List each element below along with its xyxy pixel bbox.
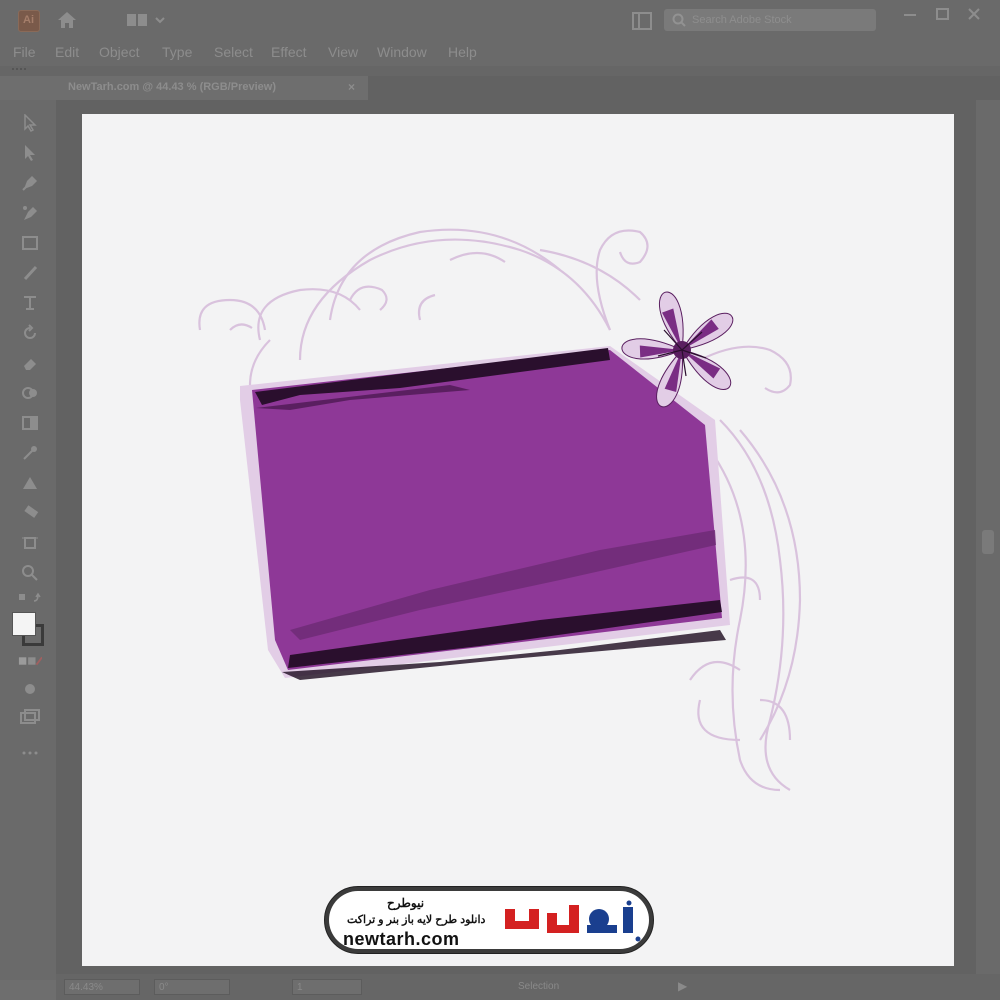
watermark-subtitle: دانلود طرح لایه باز بنر و تراکت: [347, 914, 486, 926]
rotation-value: 0°: [159, 982, 169, 993]
blend-tool-icon[interactable]: [18, 472, 42, 494]
gradient-tool-icon[interactable]: [18, 412, 42, 434]
search-input[interactable]: [692, 12, 868, 28]
eraser-tool-icon[interactable]: [18, 352, 42, 374]
document-tab-bar: NewTarh.com @ 44.43 % (RGB/Preview) ×: [56, 76, 1000, 100]
illustrator-window: Ai File Edit Object Type Sel: [0, 0, 1000, 1000]
menu-help[interactable]: Help: [448, 44, 477, 60]
document-tab[interactable]: NewTarh.com @ 44.43 % (RGB/Preview) ×: [56, 76, 368, 100]
screen-mode-icon[interactable]: [18, 706, 42, 728]
shape-builder-tool-icon[interactable]: [18, 382, 42, 404]
panel-grip[interactable]: [12, 68, 26, 74]
pen-tool-icon[interactable]: [18, 172, 42, 194]
direct-selection-tool-icon[interactable]: [18, 142, 42, 164]
menu-file[interactable]: File: [13, 44, 36, 60]
menu-edit[interactable]: Edit: [55, 44, 79, 60]
title-bar: Ai: [0, 0, 1000, 40]
vertical-scrollbar[interactable]: [976, 100, 1000, 974]
artboard[interactable]: [82, 114, 954, 966]
stock-search[interactable]: [664, 9, 876, 31]
close-window-button[interactable]: [964, 6, 984, 24]
artwork-grunge-frame[interactable]: [82, 114, 954, 966]
close-tab-button[interactable]: ×: [348, 80, 355, 94]
watermark-logo: [505, 900, 641, 942]
search-icon: [672, 13, 686, 32]
scrollbar-thumb[interactable]: [982, 530, 994, 554]
menu-select[interactable]: Select: [214, 44, 253, 60]
artboard-tool-icon[interactable]: [18, 532, 42, 554]
more-tools-icon[interactable]: [18, 742, 42, 764]
artboard-number: 1: [297, 982, 303, 993]
curvature-tool-icon[interactable]: [18, 202, 42, 224]
menu-window[interactable]: Window: [377, 44, 427, 60]
menu-view[interactable]: View: [328, 44, 358, 60]
watermark-inner: نیوطرح دانلود طرح لایه باز بنر و تراکت n…: [329, 891, 649, 949]
drawing-mode-icon[interactable]: [18, 678, 42, 700]
arrange-documents-icon[interactable]: [632, 12, 652, 30]
menu-type[interactable]: Type: [162, 44, 192, 60]
status-menu-icon[interactable]: ▶: [678, 979, 687, 993]
zoom-field[interactable]: 44.43%: [64, 979, 140, 995]
paintbrush-tool-icon[interactable]: [18, 262, 42, 284]
artboard-navigator[interactable]: 1: [292, 979, 362, 995]
watermark-badge: نیوطرح دانلود طرح لایه باز بنر و تراکت n…: [324, 886, 654, 954]
eyedropper-tool-icon[interactable]: [18, 442, 42, 464]
symbol-sprayer-tool-icon[interactable]: [18, 502, 42, 524]
zoom-tool-icon[interactable]: [18, 562, 42, 584]
app-logo[interactable]: Ai: [18, 10, 40, 32]
app-logo-text: Ai: [23, 14, 34, 26]
swap-fill-stroke-icon[interactable]: [18, 586, 42, 608]
selection-tool-icon[interactable]: [18, 112, 42, 134]
zoom-value: 44.43%: [69, 982, 103, 993]
status-bar: 44.43% 0° 1 Selection ▶: [56, 974, 1000, 1000]
rotation-field[interactable]: 0°: [154, 979, 230, 995]
watermark-title: نیوطرح: [387, 896, 425, 910]
document-tab-title: NewTarh.com @ 44.43 % (RGB/Preview): [68, 81, 276, 93]
watermark-url: newtarh.com: [343, 929, 460, 949]
rectangle-tool-icon[interactable]: [18, 232, 42, 254]
maximize-button[interactable]: [932, 6, 952, 24]
rotate-tool-icon[interactable]: [18, 322, 42, 344]
menu-effect[interactable]: Effect: [271, 44, 307, 60]
minimize-button[interactable]: [900, 6, 920, 24]
workspace-switcher-icon[interactable]: [126, 12, 166, 28]
type-tool-icon[interactable]: [18, 292, 42, 314]
menu-object[interactable]: Object: [99, 44, 139, 60]
tool-mode-label: Selection: [518, 981, 560, 992]
home-icon[interactable]: [56, 10, 78, 30]
canvas-area[interactable]: [56, 100, 976, 974]
fill-swatch[interactable]: [12, 612, 36, 636]
panel-divider: [0, 66, 1000, 76]
menu-bar: File Edit Object Type Select Effect View…: [0, 40, 1000, 66]
color-mode-icon[interactable]: [18, 650, 42, 672]
tools-panel: [0, 100, 56, 980]
